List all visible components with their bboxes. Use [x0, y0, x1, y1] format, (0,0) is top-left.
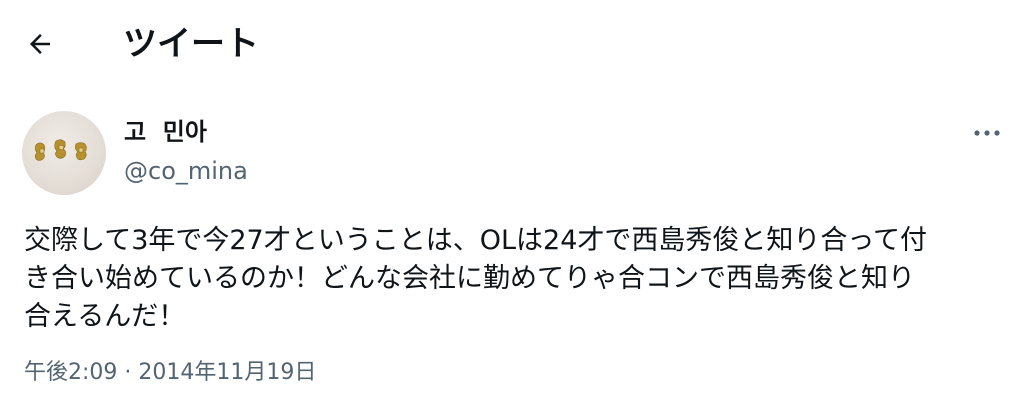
author-display-name[interactable]: 고 민아	[124, 116, 207, 148]
tweet-header: ツイート	[0, 0, 1024, 90]
arrow-left-icon	[30, 34, 50, 54]
tweet-text: 交際して3年で今27才ということは、OLは24才で西島秀俊と知り合って付 き合い…	[24, 225, 928, 332]
more-options-button[interactable]	[970, 120, 1004, 146]
avatar-ornament-icon	[34, 139, 87, 161]
more-horizontal-icon	[974, 130, 1000, 136]
tweet-timestamp[interactable]: 午後2:09 · 2014年11月19日	[24, 358, 316, 388]
page-title: ツイート	[123, 24, 259, 64]
avatar[interactable]	[22, 111, 106, 195]
author-handle[interactable]: @co_mina	[124, 156, 248, 186]
back-button[interactable]	[22, 26, 58, 62]
